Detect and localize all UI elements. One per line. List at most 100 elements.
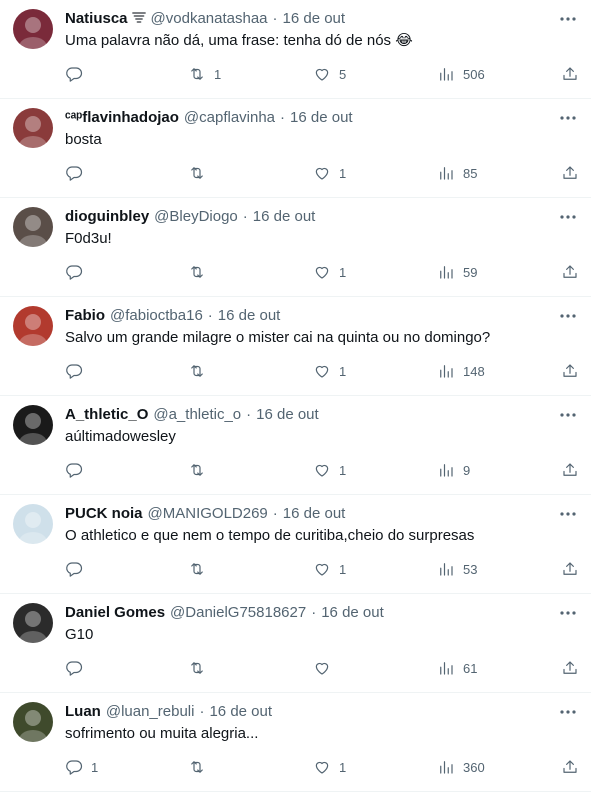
like-button[interactable]: 1 [313,559,346,579]
share-button[interactable] [561,262,579,282]
more-options-icon[interactable] [558,207,578,227]
more-options-icon[interactable] [558,504,578,524]
like-button[interactable]: 1 [313,757,346,777]
tweet-date[interactable]: 16 de out [321,604,384,621]
retweet-button[interactable] [188,559,214,579]
avatar[interactable] [13,504,53,544]
share-button[interactable] [561,163,579,183]
share-button[interactable] [561,757,579,777]
display-name[interactable]: Luan [65,703,101,720]
reply-button[interactable] [65,658,91,678]
reply-button[interactable] [65,460,91,480]
like-button[interactable]: 1 [313,163,346,183]
reply-button[interactable] [65,361,91,381]
tweet-date[interactable]: 16 de out [218,307,281,324]
views-button[interactable]: 360 [437,757,485,777]
tweet-date[interactable]: 16 de out [253,208,316,225]
like-button[interactable]: 1 [313,460,346,480]
like-count: 1 [339,561,347,577]
views-count: 148 [463,363,485,379]
retweet-button[interactable] [188,757,214,777]
avatar[interactable] [13,306,53,346]
display-name[interactable]: PUCK noia [65,505,143,522]
retweet-button[interactable] [188,163,214,183]
tweet[interactable]: Luan @luan_rebuli · 16 de out sofrimento ou… [0,693,591,792]
tweet-actions: 1 5 506 [65,64,585,84]
views-button[interactable]: 85 [437,163,477,183]
reply-button[interactable] [65,559,91,579]
retweet-button[interactable] [188,460,214,480]
share-icon [563,760,577,773]
tweet[interactable]: Daniel Gomes @DanielG75818627 · 16 de out G… [0,594,591,693]
like-button[interactable]: 1 [313,361,346,381]
display-name[interactable]: Daniel Gomes [65,604,165,621]
tweet-date[interactable]: 16 de out [283,10,346,27]
reply-count: 1 [91,759,99,775]
display-name[interactable]: Fabio [65,307,105,324]
share-icon [563,562,577,575]
tweet[interactable]: Natiusca @vodkanatashaa · 16 de out Uma pal… [0,0,591,99]
user-handle[interactable]: @fabioctba16 [110,307,203,324]
user-handle[interactable]: @capflavinha [184,109,275,126]
like-button[interactable]: 1 [313,262,346,282]
tweet[interactable]: ᶜᵃᵖflavinhadojao @capflavinha · 16 de out b… [0,99,591,198]
user-handle[interactable]: @BleyDiogo [154,208,238,225]
share-button[interactable] [561,64,579,84]
avatar[interactable] [13,405,53,445]
user-handle[interactable]: @DanielG75818627 [170,604,306,621]
tweet[interactable]: PUCK noia @MANIGOLD269 · 16 de out O athlet… [0,495,591,594]
analytics-icon [440,266,453,279]
tweet[interactable]: A_thletic_O @a_thletic_o · 16 de out aúltim… [0,396,591,495]
avatar[interactable] [13,702,53,742]
display-name[interactable]: A_thletic_O [65,406,148,423]
more-options-icon[interactable] [558,108,578,128]
tweet-date[interactable]: 16 de out [283,505,346,522]
views-button[interactable]: 9 [437,460,470,480]
views-button[interactable]: 506 [437,64,485,84]
reply-button[interactable] [65,262,91,282]
retweet-button[interactable] [188,361,214,381]
retweet-button[interactable] [188,262,214,282]
reply-button[interactable] [65,163,91,183]
tweet-header: dioguinbley @BleyDiogo · 16 de out [65,207,541,227]
share-button[interactable] [561,460,579,480]
share-button[interactable] [561,559,579,579]
like-button[interactable]: 5 [313,64,346,84]
retweet-button[interactable] [188,658,214,678]
tweet-text: O athletico e que nem o tempo de curitib… [65,527,475,544]
display-name[interactable]: Natiusca [65,10,128,27]
more-options-icon[interactable] [558,702,578,722]
avatar[interactable] [13,603,53,643]
user-handle[interactable]: @MANIGOLD269 [148,505,268,522]
user-handle[interactable]: @vodkanatashaa [151,10,268,27]
share-icon [563,661,577,674]
more-options-icon[interactable] [558,9,578,29]
more-options-icon[interactable] [558,306,578,326]
tweet-date[interactable]: 16 de out [209,703,272,720]
share-icon [563,364,577,377]
share-button[interactable] [561,658,579,678]
tweet[interactable]: Fabio @fabioctba16 · 16 de out Salvo um gra… [0,297,591,396]
user-handle[interactable]: @a_thletic_o [153,406,241,423]
views-button[interactable]: 59 [437,262,477,282]
more-options-icon[interactable] [558,603,578,623]
views-button[interactable]: 61 [437,658,477,678]
views-count: 53 [463,561,478,577]
user-handle[interactable]: @luan_rebuli [106,703,195,720]
views-button[interactable]: 148 [437,361,485,381]
tweet-date[interactable]: 16 de out [256,406,319,423]
display-name[interactable]: dioguinbley [65,208,149,225]
views-button[interactable]: 53 [437,559,477,579]
avatar[interactable] [13,207,53,247]
tweet[interactable]: dioguinbley @BleyDiogo · 16 de out F0d3u! 1… [0,198,591,297]
more-options-icon[interactable] [558,405,578,425]
like-button[interactable] [313,658,339,678]
tweet-date[interactable]: 16 de out [290,109,353,126]
retweet-button[interactable]: 1 [188,64,221,84]
reply-button[interactable] [65,64,91,84]
reply-button[interactable]: 1 [65,757,98,777]
share-button[interactable] [561,361,579,381]
avatar[interactable] [13,9,53,49]
display-name[interactable]: ᶜᵃᵖflavinhadojao [65,109,179,126]
avatar[interactable] [13,108,53,148]
